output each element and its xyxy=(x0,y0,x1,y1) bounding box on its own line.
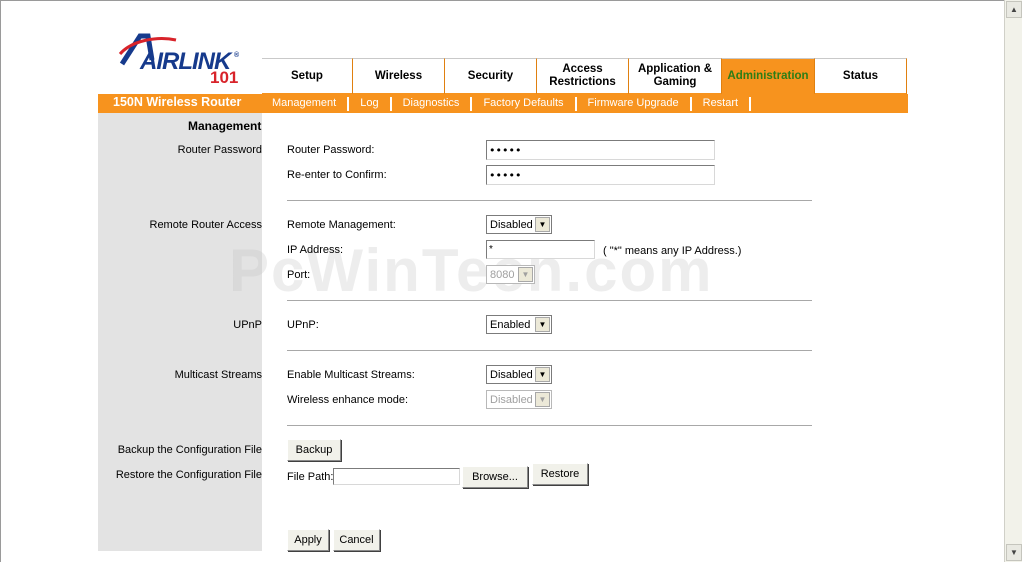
tab-setup[interactable]: Setup xyxy=(262,58,353,95)
file-path-field[interactable] xyxy=(333,468,460,485)
select-value: Enabled xyxy=(490,318,531,331)
page-title: Management xyxy=(188,119,262,133)
scroll-down-arrow-icon[interactable]: ▼ xyxy=(1006,544,1022,561)
multicast-select[interactable]: Disabled ▼ xyxy=(486,365,552,384)
tab-label: Wireless xyxy=(374,69,423,82)
ip-address-label: IP Address: xyxy=(287,244,344,256)
section-label-remote-access: Remote Router Access xyxy=(149,219,263,231)
subnav-firmware-upgrade[interactable]: Firmware Upgrade xyxy=(582,97,685,111)
subnav-restart[interactable]: Restart xyxy=(697,97,744,111)
subnav-diagnostics[interactable]: Diagnostics xyxy=(397,97,466,111)
tab-application-gaming[interactable]: Application & Gaming xyxy=(629,58,722,95)
subnav-factory-defaults[interactable]: Factory Defaults xyxy=(477,97,569,111)
airlink-logo: AIRLINK ® 101 xyxy=(118,30,248,90)
select-value: Disabled xyxy=(490,393,533,406)
subnav-separator xyxy=(389,97,392,111)
reenter-password-field[interactable] xyxy=(486,165,715,185)
ip-address-field[interactable] xyxy=(486,240,595,259)
tab-label: Application & Gaming xyxy=(637,63,713,88)
select-value: 8080 xyxy=(490,268,515,281)
tab-status[interactable]: Status xyxy=(815,58,907,95)
cancel-button[interactable]: Cancel xyxy=(333,529,380,551)
reenter-password-label: Re-enter to Confirm: xyxy=(287,169,387,181)
scroll-up-arrow-icon[interactable]: ▲ xyxy=(1006,1,1022,18)
multicast-label: Enable Multicast Streams: xyxy=(287,369,415,381)
tab-administration[interactable]: Administration xyxy=(722,58,815,95)
main-tab-bar: Setup Wireless Security Access Restricti… xyxy=(262,58,907,95)
upnp-label: UPnP: xyxy=(287,319,319,331)
dropdown-arrow-icon: ▼ xyxy=(535,392,550,407)
subnav-separator xyxy=(470,97,473,111)
subnav-management[interactable]: Management xyxy=(266,97,342,111)
divider xyxy=(287,425,812,426)
subnav-separator xyxy=(749,97,752,111)
tab-access-restrictions[interactable]: Access Restrictions xyxy=(537,58,629,95)
wireless-enhance-label: Wireless enhance mode: xyxy=(287,394,409,406)
apply-button[interactable]: Apply xyxy=(287,529,329,551)
left-section-column xyxy=(98,113,262,551)
tab-label: Administration xyxy=(727,69,809,82)
section-label-multicast: Multicast Streams xyxy=(174,369,262,381)
backup-button[interactable]: Backup xyxy=(287,439,341,461)
remote-management-label: Remote Management: xyxy=(287,219,396,231)
tab-label: Access Restrictions xyxy=(549,63,616,88)
subnav-separator xyxy=(689,97,692,111)
wireless-enhance-select[interactable]: Disabled ▼ xyxy=(486,390,552,409)
upnp-select[interactable]: Enabled ▼ xyxy=(486,315,552,334)
dropdown-arrow-icon: ▼ xyxy=(535,217,550,232)
sub-navigation: Management Log Diagnostics Factory Defau… xyxy=(266,97,756,111)
ip-address-note: ( "*" means any IP Address.) xyxy=(603,245,742,257)
logo-number: 101 xyxy=(210,68,239,87)
section-label-router-password: Router Password xyxy=(177,144,262,156)
tab-wireless[interactable]: Wireless xyxy=(353,58,445,95)
divider xyxy=(287,350,812,351)
dropdown-arrow-icon: ▼ xyxy=(518,267,533,282)
product-name: 150N Wireless Router xyxy=(113,95,242,109)
section-label-upnp: UPnP xyxy=(233,319,262,331)
remote-management-select[interactable]: Disabled ▼ xyxy=(486,215,552,234)
port-label: Port: xyxy=(287,269,311,281)
tab-security[interactable]: Security xyxy=(445,58,537,95)
select-value: Disabled xyxy=(490,218,533,231)
section-label-restore: Restore the Configuration File xyxy=(115,469,262,481)
divider xyxy=(287,200,812,201)
section-label-backup: Backup the Configuration File xyxy=(117,444,262,456)
router-password-label: Router Password: xyxy=(287,144,375,156)
subnav-separator xyxy=(347,97,350,111)
router-password-field[interactable] xyxy=(486,140,715,160)
tab-label: Setup xyxy=(291,69,323,82)
tab-label: Status xyxy=(842,69,879,82)
dropdown-arrow-icon: ▼ xyxy=(535,367,550,382)
browse-button[interactable]: Browse... xyxy=(462,466,528,488)
registered-mark: ® xyxy=(234,52,240,59)
vertical-scrollbar[interactable]: ▲ ▼ xyxy=(1004,0,1022,562)
select-value: Disabled xyxy=(490,368,533,381)
restore-button[interactable]: Restore xyxy=(532,463,588,485)
file-path-label: File Path: xyxy=(287,471,334,483)
subnav-log[interactable]: Log xyxy=(354,97,384,111)
port-select[interactable]: 8080 ▼ xyxy=(486,265,535,284)
dropdown-arrow-icon: ▼ xyxy=(535,317,550,332)
subnav-separator xyxy=(574,97,577,111)
tab-label: Security xyxy=(467,69,514,82)
divider xyxy=(287,300,812,301)
